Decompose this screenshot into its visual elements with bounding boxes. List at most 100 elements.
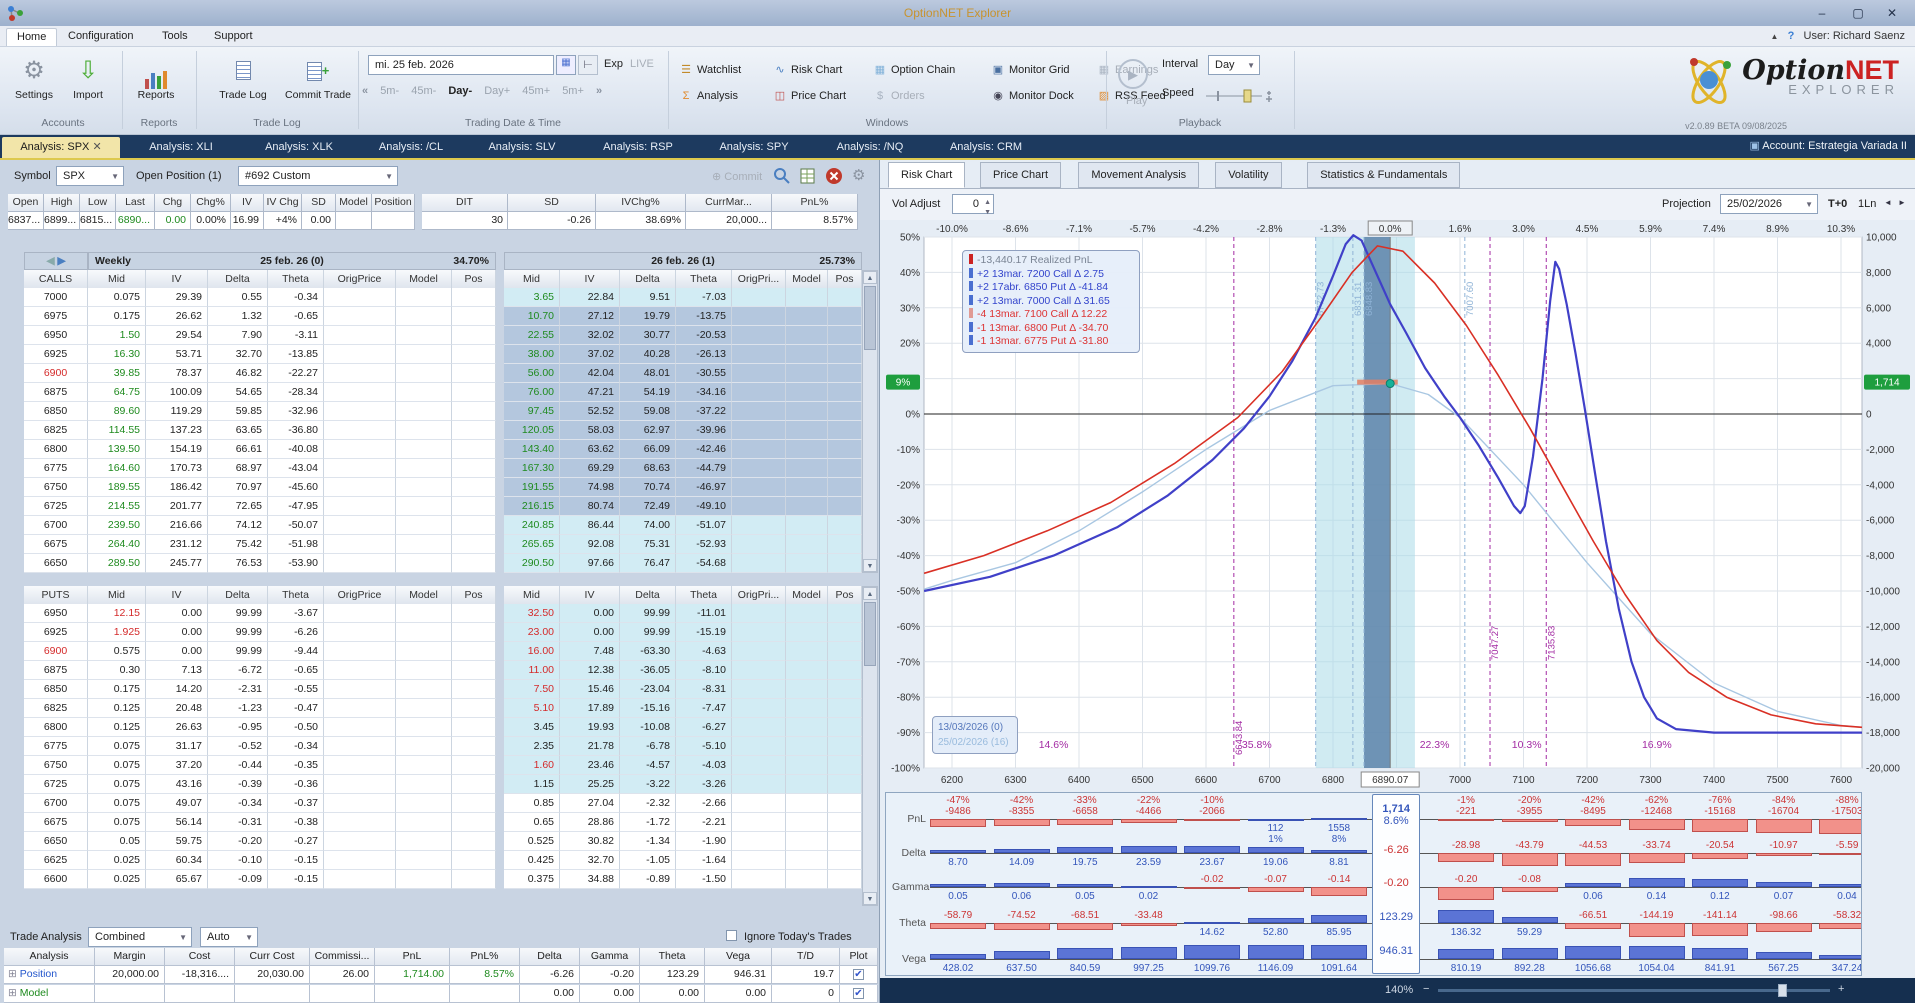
chain-cell[interactable] [786, 813, 828, 832]
chain-cell[interactable]: 25.25 [560, 775, 620, 794]
chain-cell[interactable]: -0.37 [268, 794, 324, 813]
tab-analysis--crm[interactable]: Analysis: CRM [930, 137, 1042, 158]
chain-cell[interactable]: 29.39 [146, 288, 208, 307]
chain-cell[interactable]: 167.30 [504, 459, 560, 478]
chain-cell[interactable]: 1.925 [88, 623, 146, 642]
ta-row-label[interactable]: ⊞ Model [4, 985, 95, 1003]
chain-cell[interactable] [786, 642, 828, 661]
chain-cell[interactable] [452, 497, 496, 516]
chain-cell[interactable]: 66.61 [208, 440, 268, 459]
analysis-auto-select[interactable]: Auto ▼ [200, 927, 258, 947]
chain-cell[interactable] [732, 421, 786, 440]
chain-cell[interactable] [828, 661, 862, 680]
chain-cell[interactable] [452, 756, 496, 775]
chain-cell[interactable]: 32.70 [208, 345, 268, 364]
chain-cell[interactable]: 32.70 [560, 851, 620, 870]
chain-cell[interactable]: 9.51 [620, 288, 676, 307]
chain-cell[interactable]: 68.97 [208, 459, 268, 478]
chain-cell[interactable] [324, 661, 396, 680]
chain-cell[interactable] [828, 737, 862, 756]
chain-cell[interactable]: 54.19 [620, 383, 676, 402]
chain-cell[interactable] [732, 756, 786, 775]
chain-cell[interactable]: -3.26 [676, 775, 732, 794]
chain-cell[interactable]: -4.57 [620, 756, 676, 775]
chain-cell[interactable] [396, 661, 452, 680]
chain-cell[interactable] [828, 832, 862, 851]
scroll-up-icon[interactable]: ▲ [863, 587, 877, 600]
chain-cell[interactable]: 239.50 [88, 516, 146, 535]
plot-checkbox[interactable]: ✔ [840, 966, 878, 984]
chain-cell[interactable]: 75.42 [208, 535, 268, 554]
trading-date-input[interactable]: mi. 25 feb. 2026 [368, 55, 554, 75]
chain-cell[interactable]: -10.08 [620, 718, 676, 737]
chain-cell[interactable]: -20.53 [676, 326, 732, 345]
strike-cell[interactable]: 6750 [24, 756, 88, 775]
chain-cell[interactable]: -0.65 [268, 307, 324, 326]
chain-cell[interactable] [452, 459, 496, 478]
chain-cell[interactable]: 0.175 [88, 680, 146, 699]
commit-trade-button[interactable]: + Commit Trade [282, 53, 354, 101]
chain-cell[interactable]: -1.90 [676, 832, 732, 851]
chain-cell[interactable] [786, 440, 828, 459]
chain-cell[interactable] [828, 535, 862, 554]
strike-cell[interactable]: 6850 [24, 402, 88, 421]
chain-cell[interactable]: -0.89 [620, 870, 676, 889]
chain-cell[interactable] [786, 623, 828, 642]
chain-cell[interactable] [324, 832, 396, 851]
menu-home[interactable]: Home [6, 28, 58, 46]
chain-cell[interactable] [828, 851, 862, 870]
chain-cell[interactable]: 11.00 [504, 661, 560, 680]
chain-cell[interactable]: -6.72 [208, 661, 268, 680]
chain-cell[interactable]: -13.75 [676, 307, 732, 326]
chain-cell[interactable] [396, 604, 452, 623]
chain-cell[interactable] [324, 364, 396, 383]
chain-cell[interactable]: 201.77 [146, 497, 208, 516]
chain-cell[interactable] [452, 288, 496, 307]
chain-cell[interactable]: 0.075 [88, 775, 146, 794]
nav-45m-plus[interactable]: 45m+ [522, 85, 550, 97]
menu-tools[interactable]: Tools [152, 28, 198, 46]
chain-cell[interactable]: -63.30 [620, 642, 676, 661]
chain-cell[interactable] [732, 794, 786, 813]
strike-cell[interactable]: 6725 [24, 497, 88, 516]
chain-cell[interactable]: 59.75 [146, 832, 208, 851]
chain-cell[interactable] [396, 756, 452, 775]
chain-cell[interactable]: 56.00 [504, 364, 560, 383]
scroll-up-icon[interactable]: ▲ [863, 271, 877, 284]
chain-cell[interactable]: -37.22 [676, 402, 732, 421]
strike-cell[interactable]: 6650 [24, 554, 88, 573]
strike-cell[interactable]: 6725 [24, 775, 88, 794]
chain-cell[interactable]: 0.30 [88, 661, 146, 680]
chain-cell[interactable]: -26.13 [676, 345, 732, 364]
chain-cell[interactable]: 22.55 [504, 326, 560, 345]
chain-cell[interactable] [396, 459, 452, 478]
close-button[interactable]: ✕ [1875, 3, 1909, 23]
analysis-button[interactable]: Σ Analysis [678, 87, 738, 105]
chain-cell[interactable] [732, 737, 786, 756]
chain-cell[interactable] [324, 718, 396, 737]
chain-cell[interactable]: 27.04 [560, 794, 620, 813]
chain-cell[interactable]: 119.29 [146, 402, 208, 421]
ta-row-label[interactable]: ⊞ Position [4, 966, 95, 984]
chain-cell[interactable] [324, 851, 396, 870]
chain-cell[interactable] [396, 832, 452, 851]
strike-cell[interactable]: 6900 [24, 642, 88, 661]
chain-cell[interactable] [324, 516, 396, 535]
chain-cell[interactable] [324, 383, 396, 402]
chain-cell[interactable] [452, 554, 496, 573]
chain-cell[interactable]: 7.90 [208, 326, 268, 345]
chain-cell[interactable] [786, 870, 828, 889]
chain-cell[interactable] [396, 478, 452, 497]
chain-cell[interactable] [786, 383, 828, 402]
chain-cell[interactable]: 49.07 [146, 794, 208, 813]
chain-cell[interactable]: 22.84 [560, 288, 620, 307]
chain-cell[interactable] [828, 794, 862, 813]
chain-cell[interactable]: -0.09 [208, 870, 268, 889]
chain-cell[interactable] [732, 718, 786, 737]
chain-cell[interactable]: 69.29 [560, 459, 620, 478]
chain-cell[interactable] [324, 535, 396, 554]
chain-cell[interactable]: -0.95 [208, 718, 268, 737]
chain-cell[interactable]: 78.37 [146, 364, 208, 383]
chain-cell[interactable]: -4.63 [676, 642, 732, 661]
chain-cell[interactable] [324, 699, 396, 718]
